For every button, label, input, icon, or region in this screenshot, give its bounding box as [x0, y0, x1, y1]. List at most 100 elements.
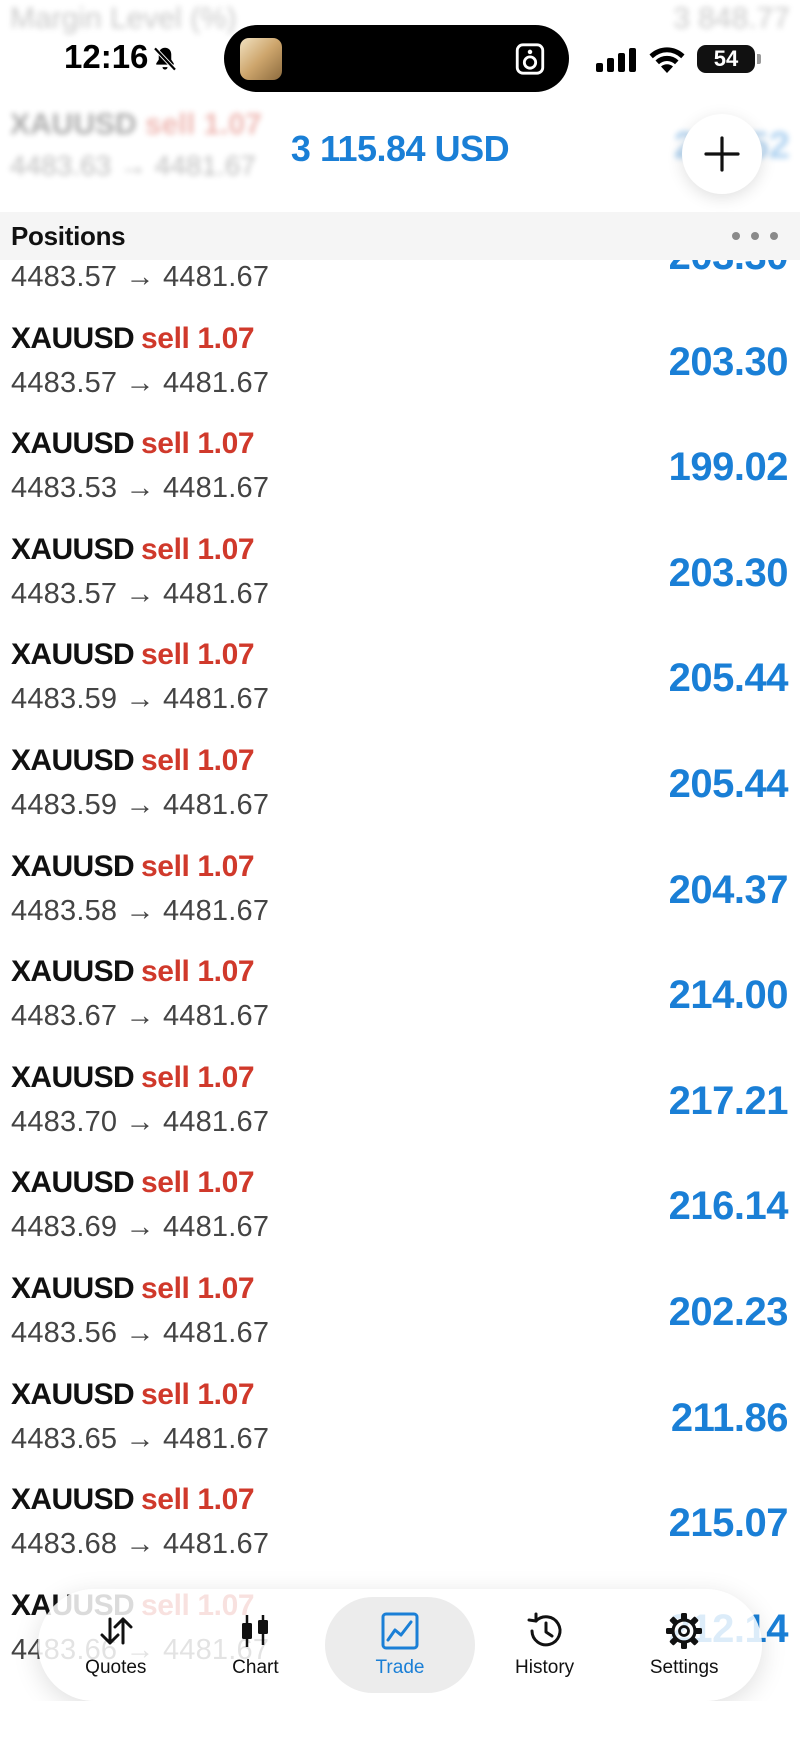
position-symbol: XAUUSD	[11, 1483, 135, 1517]
position-row[interactable]: XAUUSD sell 1.07 4483.56 → 4481.67 202.23	[0, 1260, 800, 1366]
tab-history[interactable]: History	[475, 1597, 615, 1693]
position-side-volume: sell 1.07	[141, 532, 255, 566]
positions-section-header: Positions	[0, 212, 800, 260]
position-profit: 203.30	[668, 550, 789, 595]
position-row[interactable]: XAUUSD sell 1.07 4483.69 → 4481.67 216.14	[0, 1154, 800, 1260]
position-row[interactable]: XAUUSDsell 1.07 4483.57 → 4481.67 203.30	[0, 521, 800, 627]
position-symbol: XAUUSD	[11, 532, 135, 566]
tab-chart[interactable]: Chart	[186, 1597, 326, 1693]
status-bar: 12:16 54	[0, 0, 800, 105]
position-symbol: XAUUSD	[11, 849, 135, 883]
trade-screen: Margin Level (%) 3 848.77 XAUUSD sell 1.…	[0, 0, 800, 1739]
position-symbol: XAUUSD	[11, 427, 135, 461]
position-symbol: XAUUSD	[11, 743, 135, 777]
position-side-volume: sell 1.07	[141, 1271, 255, 1305]
bell-muted-icon	[153, 47, 177, 71]
tab-settings-label: Settings	[649, 1657, 719, 1678]
position-row[interactable]: XAUUSDsell 1.07 4483.57 → 4481.67 203.30	[0, 310, 800, 416]
position-profit: 217.21	[668, 1078, 789, 1123]
position-row[interactable]: XAUUSD sell 1.07 4483.65 → 4481.67 211.86	[0, 1366, 800, 1472]
position-prices: 4483.57 → 4481.67	[11, 366, 270, 399]
position-prices: 4483.58 → 4481.67	[11, 894, 270, 927]
position-row[interactable]: XAUUSD sell 1.07 4483.53 → 4481.67 199.02	[0, 415, 800, 521]
bottom-tab-bar: Quotes Chart Trade History Settings	[38, 1589, 762, 1701]
position-prices: 4483.65 → 4481.67	[11, 1422, 270, 1455]
position-profit: 215.07	[668, 1501, 789, 1546]
plus-icon	[704, 136, 740, 172]
position-symbol: XAUUSD	[11, 321, 135, 355]
position-side-volume: sell 1.07	[141, 743, 255, 777]
position-prices: 4483.53 → 4481.67	[11, 472, 270, 505]
position-side-volume: sell 1.07	[141, 849, 255, 883]
position-row[interactable]: XAUUSD sell 1.07 4483.67 → 4481.67 214.00	[0, 943, 800, 1049]
now-playing-artwork	[240, 38, 282, 80]
positions-list[interactable]: XAUUSDsell 1.074483.57 → 4481.67203.30XA…	[0, 260, 800, 1739]
positions-more-button[interactable]	[732, 226, 778, 246]
speaker-icon	[515, 43, 545, 75]
candlestick-chart-icon	[242, 1615, 269, 1647]
history-clock-icon	[527, 1612, 562, 1647]
status-time: 12:16	[64, 38, 149, 75]
tab-quotes-label: Quotes	[85, 1657, 147, 1678]
wifi-icon	[649, 47, 685, 73]
dot-icon	[751, 232, 759, 240]
position-row[interactable]: XAUUSD sell 1.07 4483.58 → 4481.67 204.37	[0, 838, 800, 944]
account-balance[interactable]: 3 115.84 USD	[0, 128, 800, 170]
position-profit: 204.37	[668, 867, 789, 912]
position-side-volume: sell 1.07	[141, 1166, 255, 1200]
position-row[interactable]: XAUUSD sell 1.07 4483.59 → 4481.67 205.44	[0, 626, 800, 732]
position-profit: 205.44	[668, 761, 789, 806]
position-prices: 4483.70 → 4481.67	[11, 1105, 270, 1138]
position-row[interactable]: XAUUSD sell 1.07 4483.59 → 4481.67 205.44	[0, 732, 800, 838]
tab-history-label: History	[515, 1657, 575, 1678]
position-prices: 4483.59 → 4481.67	[11, 683, 270, 716]
position-symbol: XAUUSD	[11, 1166, 135, 1200]
position-row[interactable]: XAUUSDsell 1.074483.57 → 4481.67203.30	[0, 260, 800, 310]
position-profit: 203.30	[669, 260, 789, 279]
position-profit: 203.30	[668, 339, 789, 384]
dot-icon	[770, 232, 778, 240]
tab-trade-label: Trade	[375, 1657, 425, 1678]
position-row[interactable]: XAUUSD sell 1.07 4483.70 → 4481.67 217.21	[0, 1049, 800, 1155]
position-symbol: XAUUSD	[11, 1060, 135, 1094]
trade-chart-icon	[381, 1612, 419, 1650]
position-side-volume: sell 1.07	[141, 427, 255, 461]
positions-list-content: XAUUSDsell 1.074483.57 → 4481.67203.30XA…	[0, 260, 800, 1682]
position-prices: 4483.57 → 4481.67	[11, 577, 270, 610]
position-prices: 4483.57 → 4481.67	[11, 261, 270, 293]
position-prices: 4483.56 → 4481.67	[11, 1316, 270, 1349]
position-side-volume: sell 1.07	[141, 1483, 255, 1517]
new-order-button[interactable]	[682, 114, 762, 194]
home-indicator-area	[0, 1701, 800, 1739]
tab-chart-label: Chart	[232, 1657, 279, 1678]
position-row[interactable]: XAUUSD sell 1.07 4483.68 → 4481.67 215.07	[0, 1471, 800, 1577]
position-side-volume: sell 1.07	[141, 1377, 255, 1411]
position-prices: 4483.67 → 4481.67	[11, 1000, 270, 1033]
position-profit: 199.02	[668, 445, 789, 490]
position-profit: 214.00	[668, 973, 789, 1018]
gear-icon	[666, 1613, 703, 1649]
quotes-arrows-icon	[100, 1617, 133, 1645]
cellular-signal-icon	[596, 48, 636, 72]
position-profit: 211.86	[670, 1395, 789, 1440]
position-profit: 216.14	[668, 1184, 789, 1229]
tab-quotes[interactable]: Quotes	[46, 1597, 186, 1693]
position-profit: 202.23	[668, 1289, 789, 1334]
position-side-volume: sell 1.07	[141, 638, 255, 672]
battery-indicator: 54	[697, 45, 761, 73]
dot-icon	[732, 232, 740, 240]
dynamic-island[interactable]	[224, 25, 569, 92]
position-side-volume: sell 1.07	[141, 1060, 255, 1094]
position-symbol: XAUUSD	[11, 638, 135, 672]
tab-settings[interactable]: Settings	[614, 1597, 754, 1693]
position-prices: 4483.69 → 4481.67	[11, 1211, 270, 1244]
position-prices: 4483.59 → 4481.67	[11, 788, 270, 821]
position-prices: 4483.68 → 4481.67	[11, 1528, 270, 1561]
position-symbol: XAUUSD	[11, 1271, 135, 1305]
position-side-volume: sell 1.07	[141, 321, 255, 355]
position-side-volume: sell 1.07	[141, 955, 255, 989]
position-symbol: XAUUSD	[11, 1377, 135, 1411]
positions-title: Positions	[11, 221, 126, 251]
position-symbol: XAUUSD	[11, 955, 135, 989]
tab-trade[interactable]: Trade	[325, 1597, 475, 1693]
